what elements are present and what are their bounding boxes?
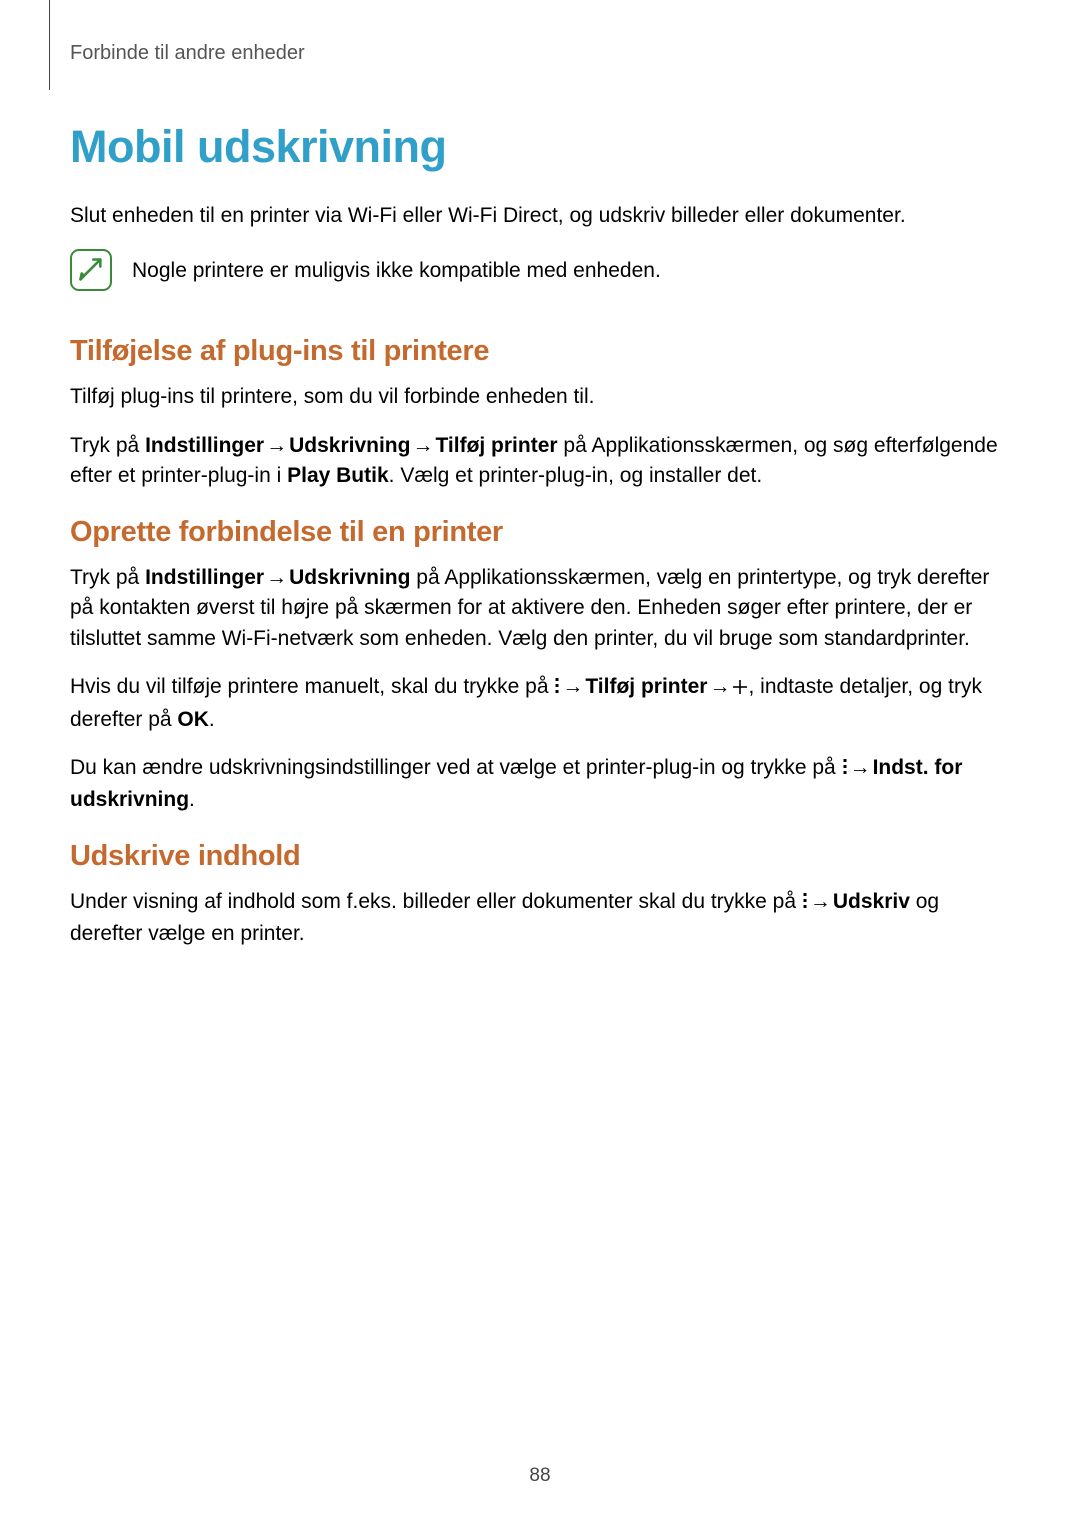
arrow-icon: → xyxy=(707,675,732,698)
arrow-icon: → xyxy=(808,890,833,913)
s2-p1: Tryk på Indstillinger→Udskrivning på App… xyxy=(70,563,1010,654)
arrow-icon: → xyxy=(848,756,873,779)
text: Tryk på xyxy=(70,434,145,457)
page-number: 88 xyxy=(0,1465,1080,1487)
text-bold: Udskrivning xyxy=(289,434,410,457)
arrow-icon: → xyxy=(410,434,435,457)
text: Tryk på xyxy=(70,566,145,589)
plus-icon xyxy=(732,674,748,704)
arrow-icon: → xyxy=(560,675,585,698)
text-bold: Tilføj printer xyxy=(435,434,557,457)
breadcrumb: Forbinde til andre enheder xyxy=(70,42,1010,65)
text: . xyxy=(189,788,195,811)
vertical-rule xyxy=(49,0,50,90)
more-icon xyxy=(802,889,808,919)
note-icon xyxy=(70,249,112,291)
text-bold: Play Butik xyxy=(287,464,389,487)
more-icon xyxy=(842,755,848,785)
text: Du kan ændre udskrivningsindstillinger v… xyxy=(70,756,842,779)
s2-p2: Hvis du vil tilføje printere manuelt, sk… xyxy=(70,672,1010,735)
section-heading-connect: Oprette forbindelse til en printer xyxy=(70,516,1010,549)
s1-p1: Tilføj plug-ins til printere, som du vil… xyxy=(70,382,1010,412)
section-heading-print: Udskrive indhold xyxy=(70,840,1010,873)
text-bold: Udskrivning xyxy=(289,566,410,589)
text: . Vælg et printer-plug-in, og installer … xyxy=(389,464,763,487)
text: Under visning af indhold som f.eks. bill… xyxy=(70,890,802,913)
s2-p3: Du kan ændre udskrivningsindstillinger v… xyxy=(70,753,1010,816)
note-block: Nogle printere er muligvis ikke kompatib… xyxy=(70,249,1010,291)
note-text: Nogle printere er muligvis ikke kompatib… xyxy=(132,256,661,285)
s1-p2: Tryk på Indstillinger→Udskrivning→Tilføj… xyxy=(70,431,1010,492)
page-content: Forbinde til andre enheder Mobil udskriv… xyxy=(0,0,1080,950)
page-title: Mobil udskrivning xyxy=(70,121,1010,173)
text: Hvis du vil tilføje printere manuelt, sk… xyxy=(70,675,554,698)
s3-p1: Under visning af indhold som f.eks. bill… xyxy=(70,887,1010,950)
section-heading-plugins: Tilføjelse af plug-ins til printere xyxy=(70,335,1010,368)
intro-paragraph: Slut enheden til en printer via Wi-Fi el… xyxy=(70,201,1010,231)
text-bold: Tilføj printer xyxy=(585,675,707,698)
text-bold: OK xyxy=(177,708,209,731)
text-bold: Udskriv xyxy=(833,890,910,913)
text-bold: Indstillinger xyxy=(145,434,264,457)
arrow-icon: → xyxy=(264,434,289,457)
arrow-icon: → xyxy=(264,566,289,589)
text: . xyxy=(209,708,215,731)
text-bold: Indstillinger xyxy=(145,566,264,589)
